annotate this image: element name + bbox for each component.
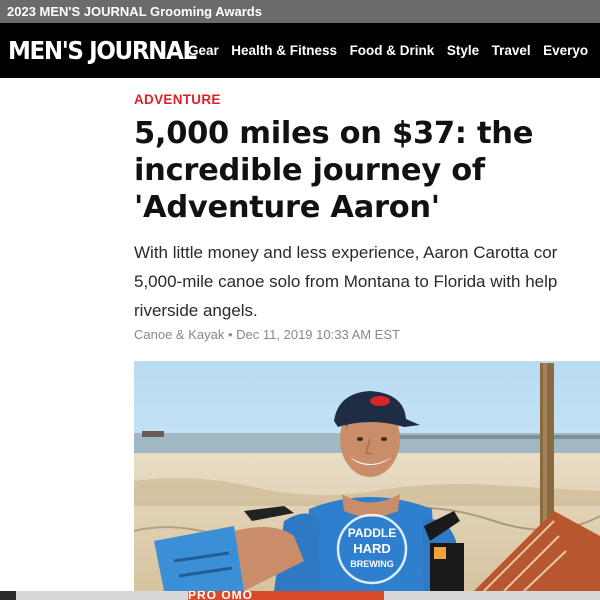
ad-text: PRO OMO	[188, 591, 254, 600]
nav-item-health-fitness[interactable]: Health & Fitness	[231, 43, 337, 58]
site-logo[interactable]: MEN'S JOURNAL	[8, 36, 197, 66]
shirt-text: PADDLE	[348, 526, 396, 540]
dek-line: riverside angels.	[134, 301, 258, 320]
main-nav: Gear Health & Fitness Food & Drink Style…	[188, 23, 600, 78]
promo-text[interactable]: 2023 MEN'S JOURNAL Grooming Awards	[0, 4, 262, 19]
shirt-text: BREWING	[350, 559, 394, 569]
dek-line: With little money and less experience, A…	[134, 243, 558, 262]
hero-photo: PADDLE HARD BREWING	[134, 361, 600, 591]
byline-separator: •	[227, 327, 233, 342]
nav-item-everyday[interactable]: Everyo	[543, 43, 588, 58]
article-dek: With little money and less experience, A…	[134, 238, 600, 325]
top-navigation: MEN'S JOURNAL Gear Health & Fitness Food…	[0, 23, 600, 78]
promo-banner[interactable]: 2023 MEN'S JOURNAL Grooming Awards	[0, 0, 600, 23]
article-category[interactable]: ADVENTURE	[134, 92, 221, 107]
nav-item-style[interactable]: Style	[447, 43, 479, 58]
shirt-text: HARD	[353, 541, 391, 556]
nav-item-travel[interactable]: Travel	[492, 43, 531, 58]
byline-author[interactable]: Canoe & Kayak	[134, 327, 224, 342]
hero-image[interactable]: PADDLE HARD BREWING	[134, 361, 600, 591]
nav-item-food-drink[interactable]: Food & Drink	[350, 43, 435, 58]
ad-banner[interactable]: PRO OMO	[0, 591, 600, 600]
ad-left-block	[0, 591, 16, 600]
article-byline: Canoe & Kayak • Dec 11, 2019 10:33 AM ES…	[134, 327, 400, 342]
article-headline: 5,000 miles on $37: the incredible journ…	[134, 116, 534, 225]
byline-date: Dec 11, 2019 10:33 AM EST	[236, 327, 400, 342]
nav-item-gear[interactable]: Gear	[188, 43, 219, 58]
dek-line: 5,000-mile canoe solo from Montana to Fl…	[134, 272, 558, 291]
